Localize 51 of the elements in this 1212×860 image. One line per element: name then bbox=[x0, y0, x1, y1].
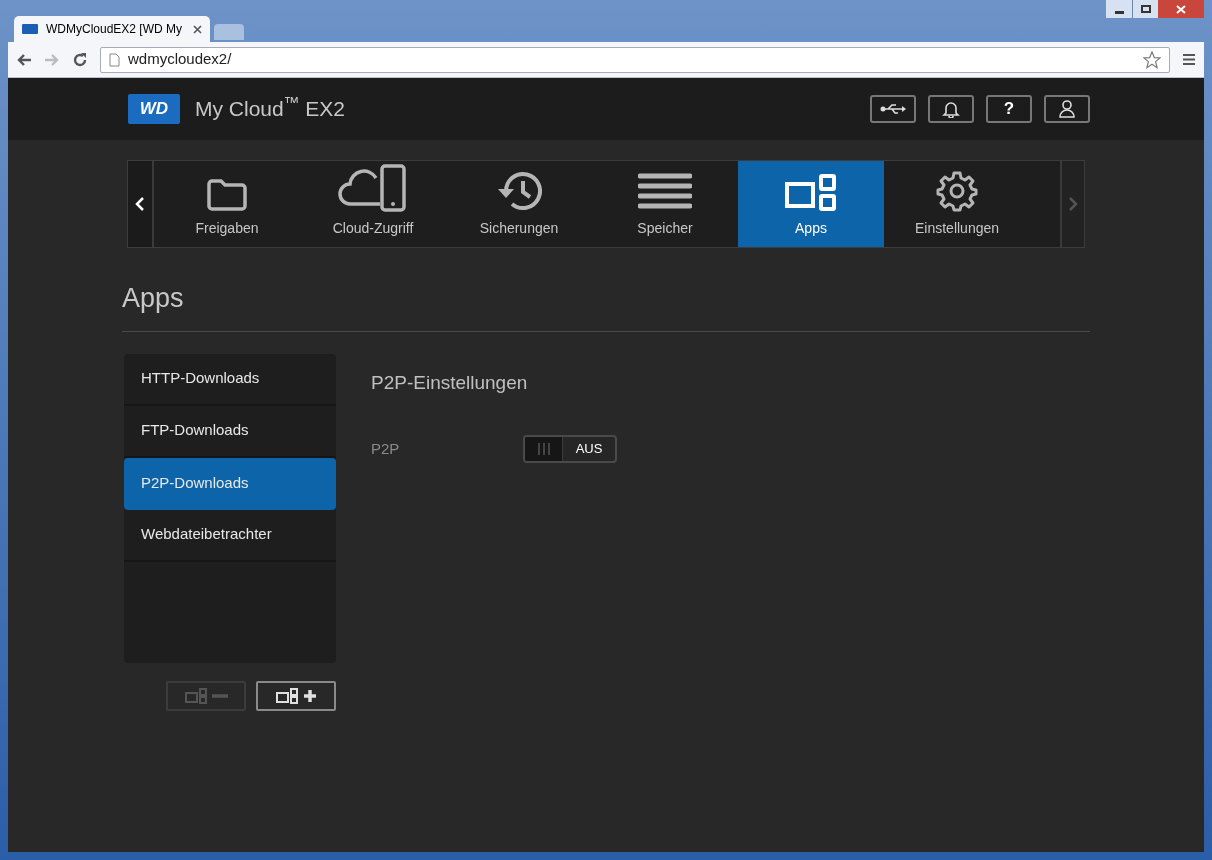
folder-icon bbox=[205, 176, 249, 212]
nav-tab[interactable]: Sicherungen bbox=[446, 161, 592, 247]
user-icon bbox=[1059, 100, 1075, 118]
nav-tab[interactable]: Cloud-Zugriff bbox=[300, 161, 446, 247]
sidebar-item[interactable]: Webdateibetrachter bbox=[124, 509, 336, 562]
history-icon bbox=[496, 170, 542, 212]
usb-button[interactable] bbox=[870, 95, 916, 123]
sidebar-item[interactable]: HTTP-Downloads bbox=[124, 353, 336, 406]
grip-icon bbox=[537, 443, 550, 455]
chevron-right-icon bbox=[1068, 197, 1078, 211]
toggle-switch[interactable]: AUS bbox=[523, 435, 617, 463]
brand-name: My Cloud$^{™}$ EX2 bbox=[195, 93, 345, 123]
account-button[interactable] bbox=[1044, 95, 1090, 123]
nav-tab[interactable]: Speicher bbox=[592, 161, 738, 247]
sidebar-item[interactable]: P2P-Downloads bbox=[124, 457, 336, 510]
chevron-left-icon bbox=[135, 197, 145, 211]
tab-title: WDMyCloudEX2 [WD My bbox=[46, 21, 183, 38]
star-icon[interactable] bbox=[1143, 50, 1161, 69]
wd-favicon-icon bbox=[22, 24, 38, 34]
nav-tab[interactable]: Einstellungen bbox=[884, 161, 1030, 247]
help-button[interactable]: ? bbox=[986, 95, 1032, 123]
minus-icon bbox=[211, 693, 228, 698]
apps-icon bbox=[184, 687, 207, 704]
minimize-button[interactable] bbox=[1106, 0, 1132, 18]
setting-label: P2P bbox=[371, 438, 401, 459]
browser-tab[interactable]: WDMyCloudEX2 [WD My bbox=[14, 16, 210, 42]
back-icon[interactable] bbox=[16, 52, 32, 67]
nav-tab[interactable]: Apps bbox=[738, 161, 884, 247]
reload-icon[interactable] bbox=[72, 51, 88, 68]
nav-tab[interactable]: Freigaben bbox=[154, 161, 300, 247]
page-icon bbox=[109, 52, 120, 67]
usb-icon bbox=[880, 103, 906, 115]
apps-icon bbox=[275, 687, 298, 704]
close-icon[interactable] bbox=[193, 24, 202, 34]
cloud-phone-icon bbox=[338, 164, 408, 212]
page-title: Apps bbox=[122, 278, 1090, 332]
gear-icon bbox=[936, 170, 978, 212]
maximize-button[interactable] bbox=[1132, 0, 1158, 18]
plus-icon bbox=[302, 688, 317, 703]
notifications-button[interactable] bbox=[928, 95, 974, 123]
close-button[interactable] bbox=[1158, 0, 1204, 18]
url-text: wdmycloudex2/ bbox=[128, 49, 233, 70]
apps-icon bbox=[785, 174, 837, 212]
add-app-button[interactable] bbox=[256, 680, 336, 711]
close-icon bbox=[1176, 4, 1186, 14]
section-title: P2P-Einstellungen bbox=[371, 370, 529, 395]
wd-logo: WD bbox=[128, 94, 180, 124]
storage-icon bbox=[638, 172, 692, 212]
menu-icon[interactable] bbox=[1182, 53, 1196, 66]
bell-icon bbox=[942, 100, 960, 118]
address-bar[interactable]: wdmycloudex2/ bbox=[100, 46, 1170, 73]
